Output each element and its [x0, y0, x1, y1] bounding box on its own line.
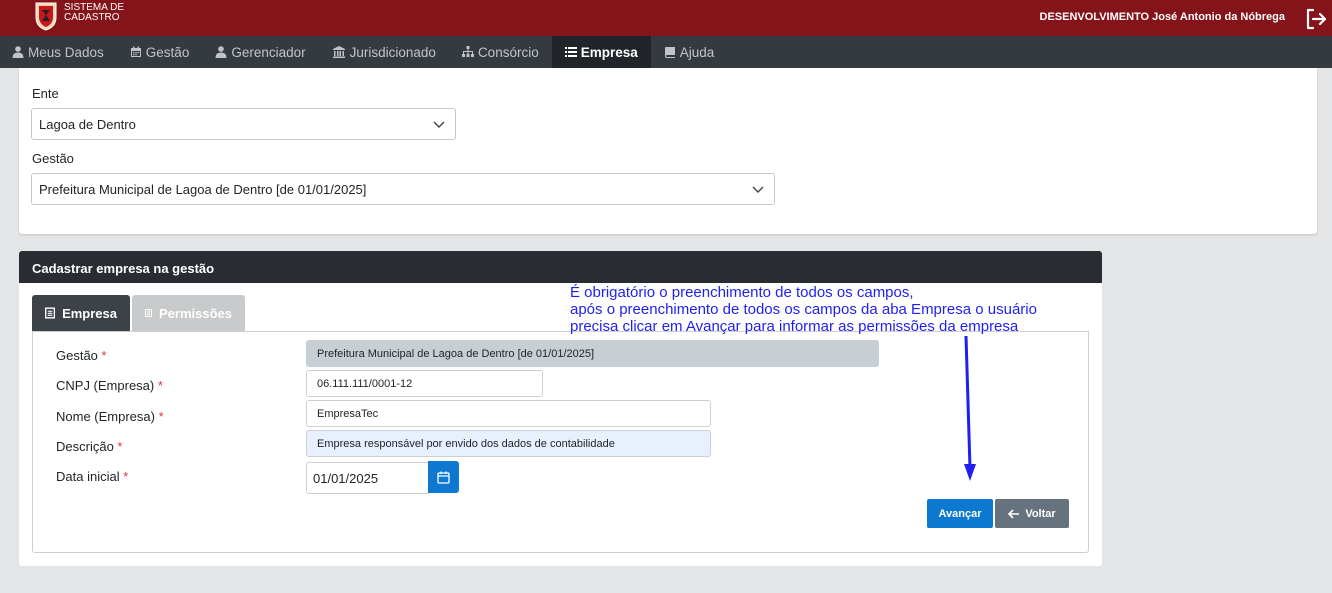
nav-ajuda-label: Ajuda	[679, 44, 715, 60]
data-inicial-value: 01/01/2025	[313, 470, 379, 486]
nav-gerenciador[interactable]: Gerenciador	[202, 36, 318, 68]
chevron-down-icon	[433, 121, 445, 128]
user-icon	[12, 46, 24, 58]
descricao-field[interactable]: Empresa responsável por envido dos dados…	[306, 430, 711, 457]
nav-meus-dados[interactable]: Meus Dados	[0, 36, 117, 68]
cnpj-field-value: 06.111.111/0001-12	[317, 377, 413, 390]
annotation-arrow	[964, 335, 976, 481]
date-picker-button[interactable]	[428, 461, 459, 493]
tab-empresa-label: Empresa	[62, 305, 117, 321]
annotation-note: É obrigatório o preenchimento de todos o…	[570, 284, 1090, 335]
nav-consorcio[interactable]: Consórcio	[449, 36, 552, 68]
chevron-down-icon	[752, 186, 764, 193]
logo-icon	[35, 2, 57, 31]
cnpj-field[interactable]: 06.111.111/0001-12	[306, 370, 543, 397]
form-gestao-label: Gestão *	[56, 348, 107, 363]
nav-empresa-label: Empresa	[580, 44, 638, 60]
annotation-line-1: É obrigatório o preenchimento de todos o…	[570, 284, 914, 301]
nome-label: Nome (Empresa) *	[56, 409, 164, 424]
nav-gestao-label: Gestão	[145, 44, 190, 60]
gestao-field: Prefeitura Municipal de Lagoa de Dentro …	[306, 340, 879, 367]
cnpj-label-text: CNPJ (Empresa)	[56, 378, 155, 393]
voltar-button[interactable]: Voltar	[995, 499, 1069, 528]
form-gestao-label-text: Gestão	[56, 348, 98, 363]
required-mark: *	[101, 348, 107, 363]
required-mark: *	[158, 409, 164, 424]
data-inicial-label: Data inicial *	[56, 469, 128, 484]
filter-card: Ente Lagoa de Dentro Gestão Prefeitura M…	[19, 68, 1317, 234]
annotation-line-3: precisa clicar em Avançar para informar …	[570, 318, 1019, 335]
required-mark: *	[157, 378, 163, 393]
ente-select[interactable]: Lagoa de Dentro	[31, 108, 456, 140]
tab-permissoes-label: Permissões	[159, 305, 232, 321]
book-icon	[664, 47, 675, 58]
logout-icon[interactable]	[1304, 7, 1328, 31]
cnpj-label: CNPJ (Empresa) *	[56, 378, 163, 393]
nav-ajuda[interactable]: Ajuda	[651, 36, 728, 68]
document-icon	[145, 309, 152, 317]
nav-empresa[interactable]: Empresa	[551, 36, 651, 68]
brand-line-2: CADASTRO	[64, 12, 120, 23]
ente-select-value: Lagoa de Dentro	[39, 116, 136, 132]
voltar-button-label: Voltar	[1025, 507, 1056, 520]
nome-field[interactable]: EmpresaTec	[306, 400, 711, 427]
nav-jurisdicionado-label: Jurisdicionado	[349, 44, 436, 60]
brand-name: SISTEMA DE CADASTRO	[64, 3, 124, 23]
descricao-label-text: Descrição	[56, 439, 114, 454]
nav-consorcio-label: Consórcio	[477, 44, 539, 60]
bank-icon	[332, 46, 345, 58]
required-mark: *	[123, 469, 129, 484]
card-title: Cadastrar empresa na gestão	[19, 251, 1102, 283]
avancar-button-label: Avançar	[938, 507, 982, 520]
arrow-left-icon	[1008, 508, 1020, 519]
user-icon	[215, 46, 227, 58]
sitemap-icon	[461, 46, 474, 57]
tab-empresa[interactable]: Empresa	[32, 295, 130, 331]
annotation-line-2: após o preenchimento de todos os campos …	[570, 301, 1037, 318]
tab-permissoes[interactable]: Permissões	[132, 295, 245, 331]
gestao-field-value: Prefeitura Municipal de Lagoa de Dentro …	[317, 347, 595, 360]
gestao-select[interactable]: Prefeitura Municipal de Lagoa de Dentro …	[31, 173, 775, 205]
descricao-field-value: Empresa responsável por envido dos dados…	[317, 437, 615, 450]
list-icon	[564, 47, 577, 57]
gestao-label: Gestão	[32, 151, 74, 166]
calendar-icon	[437, 471, 450, 484]
main-nav: Meus Dados Gestão Gerenciador Jurisdicio…	[0, 36, 1332, 68]
data-inicial-input[interactable]: 01/01/2025	[306, 462, 429, 494]
document-icon	[45, 307, 56, 319]
data-inicial-label-text: Data inicial	[56, 469, 120, 484]
gestao-select-value: Prefeitura Municipal de Lagoa de Dentro …	[39, 181, 367, 197]
nav-gerenciador-label: Gerenciador	[231, 44, 306, 60]
descricao-label: Descrição *	[56, 439, 122, 454]
nome-field-value: EmpresaTec	[317, 407, 379, 420]
nome-label-text: Nome (Empresa)	[56, 409, 155, 424]
nav-gestao[interactable]: Gestão	[117, 36, 203, 68]
ente-label: Ente	[32, 86, 59, 101]
user-name: DESENVOLVIMENTO José Antonio da Nóbrega	[1039, 11, 1286, 23]
top-header: SISTEMA DE CADASTRO DESENVOLVIMENTO José…	[0, 0, 1332, 36]
required-mark: *	[117, 439, 123, 454]
calendar-icon	[130, 46, 141, 57]
nav-jurisdicionado[interactable]: Jurisdicionado	[319, 36, 449, 68]
avancar-button[interactable]: Avançar	[927, 499, 993, 528]
nav-meus-dados-label: Meus Dados	[28, 44, 104, 60]
